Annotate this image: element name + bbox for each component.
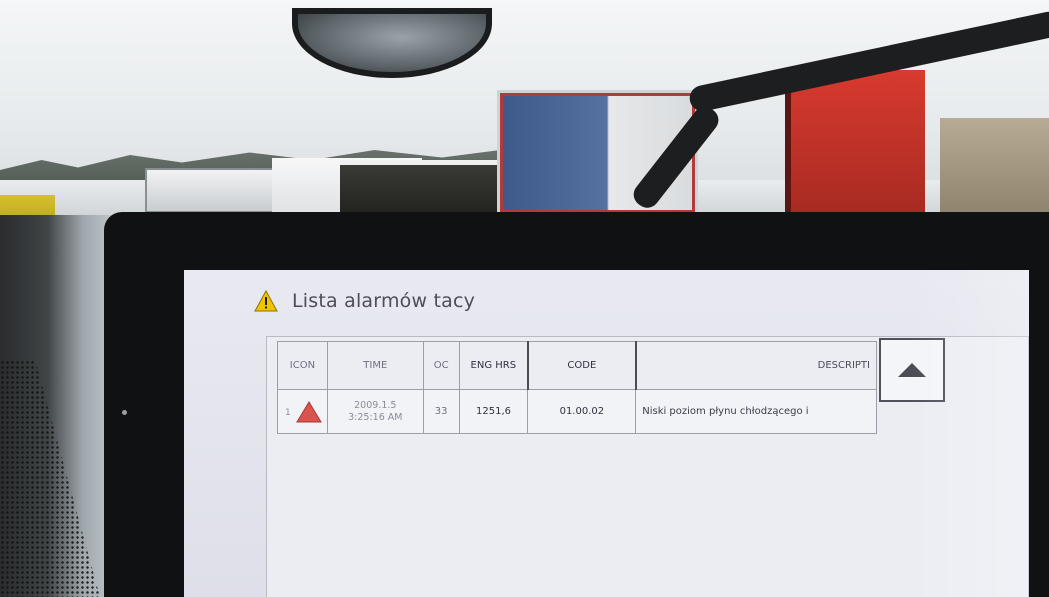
column-header-oc[interactable]: OC xyxy=(422,341,460,390)
alarm-table-panel: ICON TIME OC ENG HRS CODE DESCRIPTI 1 20… xyxy=(266,336,1029,597)
warning-triangle-icon xyxy=(254,290,278,312)
page-title: Lista alarmów tacy xyxy=(292,290,476,312)
row-date: 2009.1.5 xyxy=(354,399,397,411)
alarm-triangle-icon xyxy=(296,400,322,422)
red-machine xyxy=(785,70,925,215)
row-eng-hrs-cell: 1251,6 xyxy=(458,389,529,434)
column-header-eng-hrs[interactable]: ENG HRS xyxy=(458,341,529,390)
display-screen: Lista alarmów tacy ICON TIME OC ENG HRS … xyxy=(184,270,1029,597)
column-header-icon[interactable]: ICON xyxy=(277,341,328,390)
table-header-row: ICON TIME OC ENG HRS CODE DESCRIPTI xyxy=(277,341,877,390)
monitor-led xyxy=(122,410,127,415)
row-description-cell: Niski poziom płynu chłodzącego i xyxy=(635,389,877,434)
cab-monitor: Lista alarmów tacy ICON TIME OC ENG HRS … xyxy=(104,212,1049,597)
column-header-time[interactable]: TIME xyxy=(326,341,424,390)
crate xyxy=(940,118,1049,213)
row-index: 1 xyxy=(284,407,291,418)
alarm-table: ICON TIME OC ENG HRS CODE DESCRIPTI 1 20… xyxy=(277,341,877,434)
scroll-up-button[interactable] xyxy=(879,338,945,402)
row-time-cell: 2009.1.5 3:25:16 AM xyxy=(326,389,424,434)
row-icon-cell: 1 xyxy=(277,389,328,434)
dark-container xyxy=(340,160,510,212)
column-header-code[interactable]: CODE xyxy=(526,341,637,390)
row-oc-cell: 33 xyxy=(422,389,460,434)
row-code-cell: 01.00.02 xyxy=(527,389,637,434)
alarm-list-header: Lista alarmów tacy xyxy=(254,286,475,316)
column-header-description[interactable]: DESCRIPTI xyxy=(635,341,877,390)
white-trailer xyxy=(145,168,275,213)
table-row[interactable]: 1 2009.1.5 3:25:16 AM 33 1251,6 01.00.02 xyxy=(277,389,877,434)
up-arrow-icon xyxy=(898,363,926,377)
row-time: 3:25:16 AM xyxy=(348,411,403,423)
